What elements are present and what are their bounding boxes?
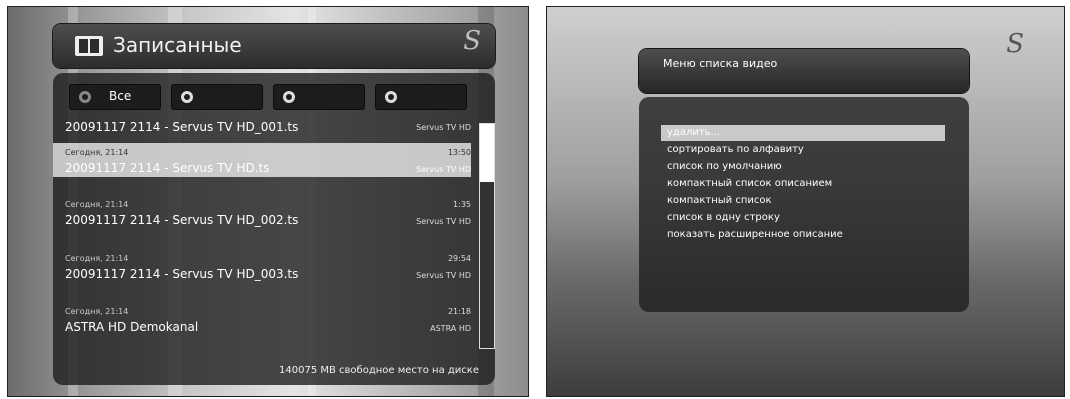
- menu-title: Меню списка видео: [663, 57, 778, 70]
- recording-channel: ASTRA HD: [430, 324, 471, 333]
- video-list-menu-screen: S Меню списка видео удалить... сортирова…: [546, 6, 1065, 397]
- recording-date: Сегодня, 21:14: [65, 148, 129, 157]
- recording-channel: Servus TV HD: [416, 165, 471, 174]
- recordings-screen: Записанные S Все 20091117 2114 - Servus …: [7, 6, 529, 397]
- recordings-header: Записанные S: [53, 24, 495, 68]
- menu-item-single-line[interactable]: список в одну строку: [667, 212, 780, 223]
- scrollbar[interactable]: [479, 123, 495, 349]
- radio-icon: [385, 91, 397, 103]
- menu-item-compact-with-desc[interactable]: компактный список описанием: [667, 178, 832, 189]
- servus-logo-icon: S: [1006, 29, 1024, 59]
- menu-item-delete[interactable]: удалить...: [667, 127, 720, 138]
- recording-channel: Servus TV HD: [416, 271, 471, 280]
- menu-panel: удалить... сортировать по алфавиту списо…: [639, 97, 969, 312]
- recording-date: Сегодня, 21:14: [65, 200, 129, 209]
- radio-icon: [181, 91, 193, 103]
- recordings-panel: Все 20091117 2114 - Servus TV HD_001.ts …: [53, 73, 495, 385]
- recording-duration: 1:35: [453, 200, 471, 209]
- radio-icon: [79, 91, 91, 103]
- recording-channel: Servus TV HD: [416, 217, 471, 226]
- scrollbar-thumb[interactable]: [480, 124, 494, 182]
- servus-logo-icon: S: [463, 26, 481, 56]
- page-title: Записанные: [113, 33, 242, 57]
- recording-title: ASTRA HD Demokanal: [65, 320, 199, 334]
- recording-date: Сегодня, 21:14: [65, 307, 129, 316]
- tab-3[interactable]: [273, 84, 365, 110]
- menu-item-extended-desc[interactable]: показать расширенное описание: [667, 229, 843, 240]
- recording-duration: 29:54: [447, 254, 471, 263]
- tab-all[interactable]: Все: [69, 84, 161, 110]
- menu-item-compact-list[interactable]: компактный список: [667, 195, 772, 206]
- free-space-label: 140075 MB свободное место на диске: [279, 365, 479, 376]
- recording-channel: Servus TV HD: [416, 123, 471, 132]
- recording-title: 20091117 2114 - Servus TV HD_002.ts: [65, 213, 299, 227]
- recording-title: 20091117 2114 - Servus TV HD_001.ts: [65, 120, 299, 134]
- tab-label: Все: [109, 89, 132, 103]
- menu-item-sort-alpha[interactable]: сортировать по алфавиту: [667, 144, 804, 155]
- recording-title: 20091117 2114 - Servus TV HD.ts: [65, 161, 270, 175]
- menu-item-default-list[interactable]: список по умолчанию: [667, 161, 782, 172]
- recording-title: 20091117 2114 - Servus TV HD_003.ts: [65, 267, 299, 281]
- tab-2[interactable]: [171, 84, 263, 110]
- recording-date: Сегодня, 21:14: [65, 254, 129, 263]
- recording-duration: 13:50: [447, 148, 471, 157]
- tab-4[interactable]: [375, 84, 467, 110]
- menu-header: Меню списка видео: [639, 49, 969, 93]
- recording-duration: 21:18: [447, 307, 471, 316]
- radio-icon: [283, 91, 295, 103]
- film-icon: [75, 36, 103, 56]
